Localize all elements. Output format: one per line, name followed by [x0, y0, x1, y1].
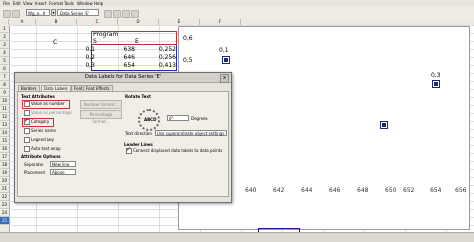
row-header[interactable]: 16 — [0, 145, 9, 153]
data-label[interactable]: 0,1 — [219, 47, 229, 54]
x-tick-label: 644 — [301, 187, 313, 194]
row-header[interactable]: 17 — [0, 153, 9, 161]
dial-label: ABCD — [144, 117, 157, 122]
value-as-number-label: Value as number — [31, 101, 65, 106]
row-header[interactable]: 3 — [0, 41, 9, 49]
row-header[interactable]: 4 — [0, 49, 9, 57]
toolbar-button-icon[interactable] — [104, 10, 112, 18]
row-header[interactable]: 9 — [0, 89, 9, 97]
connect-leader-lines-checkbox[interactable] — [126, 146, 132, 154]
x-tick-label: 656 — [455, 187, 467, 194]
series-name-label: Series name — [31, 128, 56, 133]
menu-window[interactable]: Window — [77, 1, 93, 6]
row-header[interactable]: 18 — [0, 161, 9, 169]
auto-text-wrap-checkbox[interactable] — [24, 146, 30, 152]
row-header[interactable]: 10 — [0, 97, 9, 105]
placement-select[interactable]: Above — [50, 169, 76, 175]
data-point[interactable] — [432, 80, 440, 88]
cell-b5[interactable]: 0,2 — [55, 54, 95, 62]
row-header[interactable]: 21 — [0, 185, 9, 193]
category-label: Category — [31, 119, 50, 124]
row-header[interactable]: 12 — [0, 113, 9, 121]
series-name-checkbox[interactable] — [24, 128, 30, 134]
chart-element-select[interactable]: Data Series 'E' — [57, 9, 99, 16]
legend-key-label: Legend key — [31, 137, 54, 142]
row-header[interactable]: 19 — [0, 169, 9, 177]
row-header-selected[interactable]: 25 — [0, 217, 9, 225]
row-header[interactable]: 14 — [0, 129, 9, 137]
row-header[interactable]: 22 — [0, 193, 9, 201]
series-name-highlight — [91, 31, 177, 45]
menu-edit[interactable]: Edit — [13, 1, 21, 6]
data-labels-dialog: Data Labels for Data Series 'E' x Border… — [14, 72, 232, 203]
cell-b6[interactable]: 0,3 — [55, 62, 95, 70]
row-header[interactable]: 11 — [0, 105, 9, 113]
data-label[interactable]: 0,3 — [431, 72, 441, 79]
row-header[interactable]: 13 — [0, 121, 9, 129]
legend-key-checkbox[interactable] — [24, 137, 30, 143]
value-as-number-checkbox[interactable] — [24, 101, 30, 107]
connect-leader-lines-label: Connect displaced data labels to data po… — [133, 148, 223, 153]
row-header[interactable]: 6 — [0, 65, 9, 73]
section-text-attributes: Text Attributes — [21, 94, 55, 99]
text-direction-select[interactable]: Use superordinate object settings — [155, 130, 227, 136]
degrees-spinner[interactable]: 0° — [167, 115, 189, 121]
x-tick-label: 640 — [245, 187, 257, 194]
percentage-format-button[interactable]: Percentage format... — [80, 110, 122, 124]
menu-help[interactable]: Help — [94, 1, 103, 6]
section-rotate-text: Rotate Text — [125, 94, 151, 99]
number-format-button[interactable]: Number format... — [80, 100, 122, 109]
y-tick-label: 0,5 — [183, 57, 193, 64]
degrees-label: Degrees — [191, 116, 208, 121]
row-header[interactable]: 20 — [0, 177, 9, 185]
row-header[interactable]: 2 — [0, 33, 9, 41]
dialog-panel: Text Attributes Value as number Value as… — [17, 91, 229, 197]
toolbar-button-icon[interactable] — [122, 10, 130, 18]
row-header[interactable]: 8 — [0, 81, 9, 89]
toolbar-button-icon[interactable] — [12, 10, 20, 18]
name-box[interactable]: Wg_a...0 — [26, 9, 50, 16]
x-tick-label: 646 — [329, 187, 341, 194]
separator-label: Separator — [24, 162, 44, 167]
value-as-percentage-checkbox[interactable] — [24, 110, 30, 116]
cell-b4[interactable]: 0,1 — [55, 46, 95, 54]
row-header[interactable]: 7 — [0, 73, 9, 81]
row-header[interactable]: 1 — [0, 25, 9, 33]
x-tick-label: 642 — [273, 187, 285, 194]
row-header[interactable]: 24 — [0, 209, 9, 217]
menu-format[interactable]: Format — [49, 1, 63, 6]
menu-tools[interactable]: Tools — [64, 1, 74, 6]
row-header[interactable]: 23 — [0, 201, 9, 209]
menu-view[interactable]: View — [23, 1, 33, 6]
auto-text-wrap-label: Auto text wrap — [31, 146, 61, 151]
menu-insert[interactable]: Insert — [35, 1, 46, 6]
x-tick-label: 648 — [357, 187, 369, 194]
data-point[interactable] — [380, 121, 388, 129]
menu-file[interactable]: File — [3, 1, 10, 6]
x-tick-label: 652 — [403, 187, 415, 194]
toolbar-button-icon[interactable] — [3, 10, 11, 18]
placement-label: Placement — [24, 170, 46, 175]
x-tick-label: 650 — [385, 187, 397, 194]
toolbar-button-icon[interactable] — [113, 10, 121, 18]
toolbar-button-icon[interactable] — [131, 10, 139, 18]
close-icon[interactable]: x — [220, 74, 229, 83]
separator-select[interactable]: New line — [50, 161, 76, 167]
row-header[interactable]: 15 — [0, 137, 9, 145]
value-as-percentage-label: Value as percentage — [31, 110, 72, 115]
chevron-down-icon[interactable]: ▾ — [51, 9, 56, 16]
dialog-title: Data Labels for Data Series 'E' — [15, 73, 231, 83]
y-tick-label: 0,6 — [183, 35, 193, 42]
data-point[interactable] — [222, 56, 230, 64]
row-header[interactable]: 5 — [0, 57, 9, 65]
text-direction-label: Text direction — [125, 131, 152, 136]
section-attribute-options: Attribute Options — [21, 154, 61, 159]
x-tick-label: 654 — [430, 187, 442, 194]
category-checkbox[interactable] — [24, 117, 30, 125]
